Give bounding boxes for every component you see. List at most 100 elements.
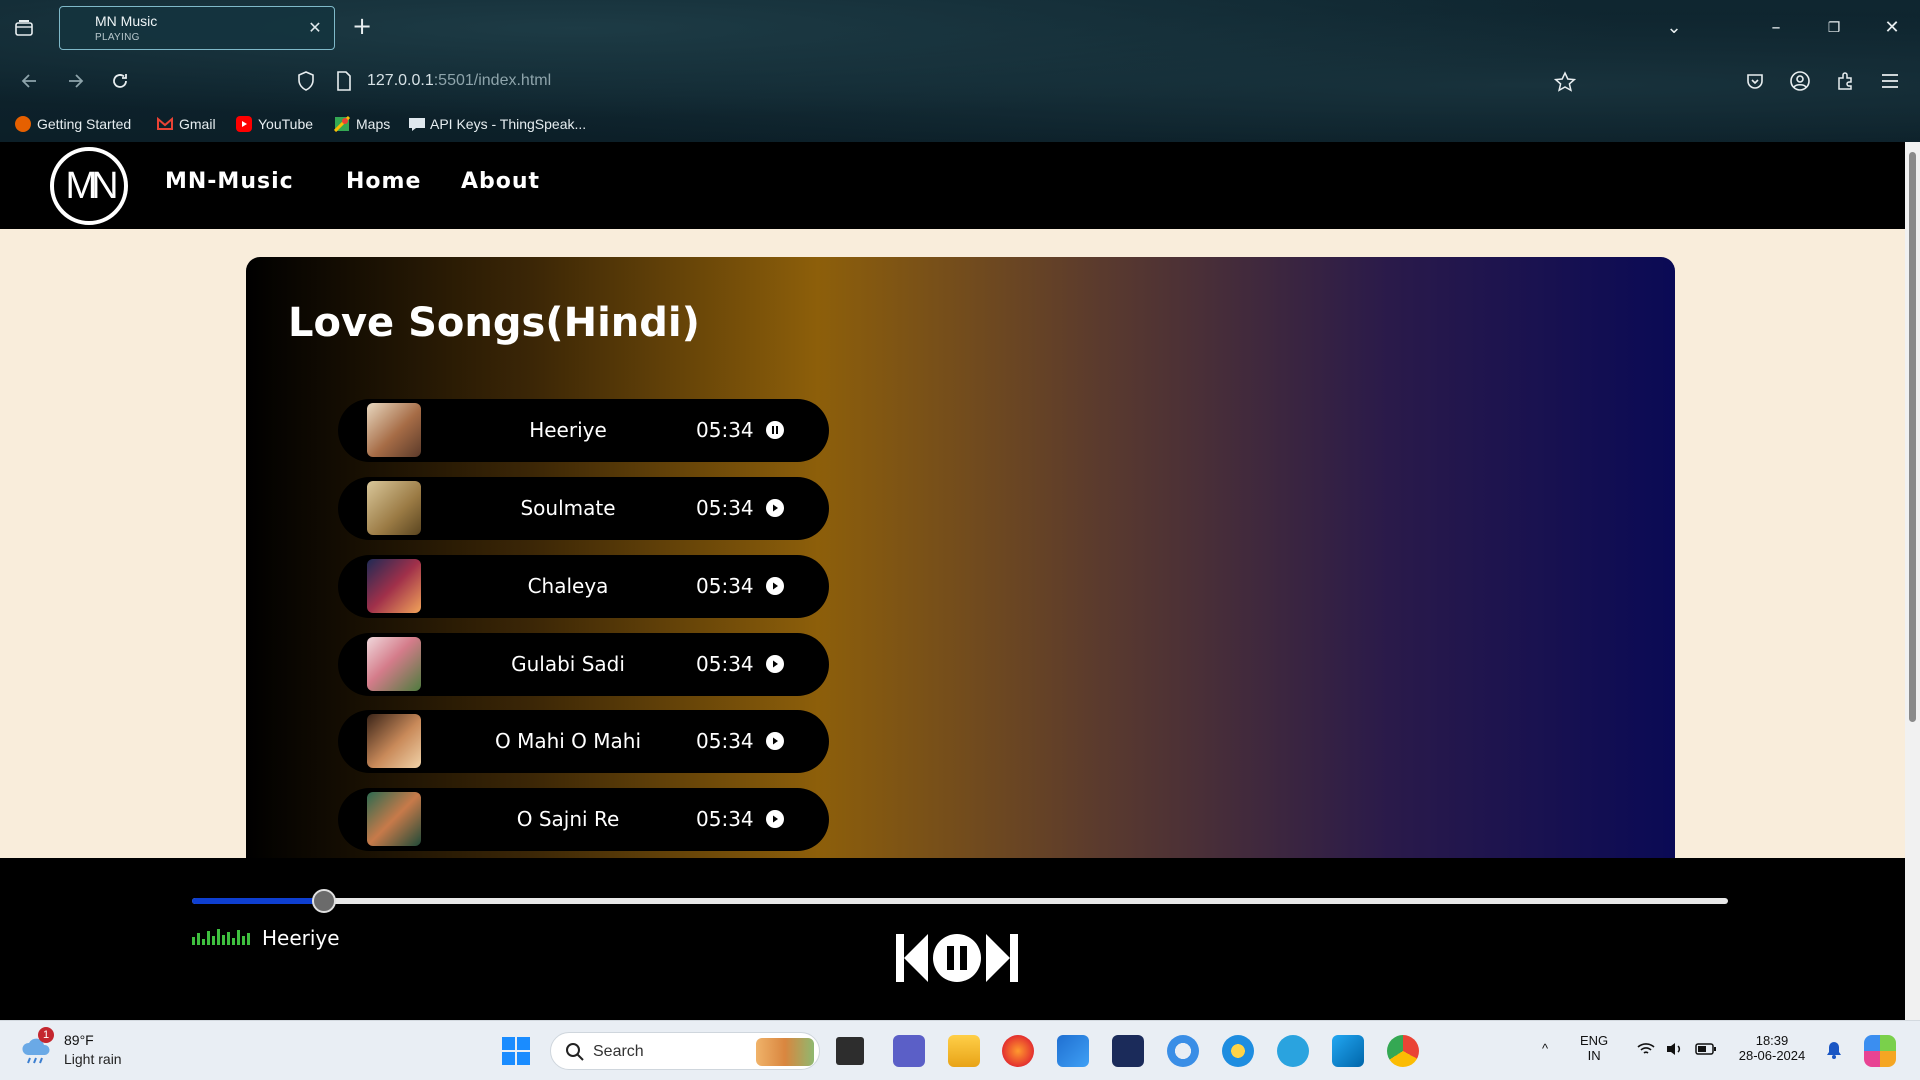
address-bar[interactable]: 127.0.0.1:5501/index.html bbox=[290, 62, 1590, 100]
tab-title: MN Music bbox=[95, 13, 158, 29]
page-scrollbar[interactable] bbox=[1905, 142, 1920, 1020]
youtube-icon bbox=[236, 116, 252, 132]
task-view-icon[interactable] bbox=[836, 1037, 864, 1065]
language-indicator[interactable]: ENG IN bbox=[1580, 1033, 1608, 1063]
pocket-icon[interactable] bbox=[1742, 68, 1768, 94]
play-icon[interactable] bbox=[766, 499, 784, 517]
maps-icon bbox=[333, 115, 351, 133]
microsoft-store-icon[interactable] bbox=[1057, 1035, 1089, 1067]
restore-icon[interactable]: ❐ bbox=[1820, 14, 1848, 42]
page-icon[interactable] bbox=[336, 71, 352, 95]
clock-date: 28-06-2024 bbox=[1738, 1048, 1806, 1063]
play-icon[interactable] bbox=[766, 655, 784, 673]
song-item[interactable]: O Mahi O Mahi 05:34 bbox=[338, 710, 829, 773]
song-duration: 05:34 bbox=[696, 574, 754, 598]
extensions-icon[interactable] bbox=[1832, 68, 1858, 94]
song-name: Soulmate bbox=[520, 496, 616, 520]
reload-icon[interactable] bbox=[107, 68, 133, 94]
album-art bbox=[367, 481, 421, 535]
song-name: O Mahi O Mahi bbox=[494, 729, 642, 753]
forward-icon[interactable] bbox=[62, 68, 88, 94]
song-duration: 05:34 bbox=[696, 496, 754, 520]
bookmark-api-keys-thingspeak[interactable]: API Keys - ThingSpeak... bbox=[408, 114, 586, 134]
account-icon[interactable] bbox=[1787, 68, 1813, 94]
next-track-icon[interactable] bbox=[984, 932, 1020, 988]
gmail-icon bbox=[157, 116, 173, 132]
song-item[interactable]: O Sajni Re 05:34 bbox=[338, 788, 829, 851]
progress-fill bbox=[192, 898, 325, 904]
bookmark-getting-started[interactable]: Getting Started bbox=[15, 114, 131, 134]
bookmark-gmail[interactable]: Gmail bbox=[157, 114, 216, 134]
tab-mn-music[interactable]: MN Music PLAYING ✕ bbox=[59, 6, 335, 50]
scrollbar-thumb[interactable] bbox=[1909, 152, 1916, 722]
pause-icon[interactable] bbox=[766, 421, 784, 439]
lang-line2: IN bbox=[1587, 1048, 1601, 1063]
weather-desc: Light rain bbox=[64, 1051, 122, 1067]
nav-home-link[interactable]: Home bbox=[346, 169, 421, 194]
song-duration: 05:34 bbox=[696, 418, 754, 442]
song-item[interactable]: Gulabi Sadi 05:34 bbox=[338, 633, 829, 696]
tab-playing-status: PLAYING bbox=[95, 32, 140, 43]
back-icon[interactable] bbox=[17, 68, 43, 94]
vscode-icon[interactable] bbox=[1332, 1035, 1364, 1067]
now-playing: Heeriye bbox=[192, 926, 340, 950]
play-icon[interactable] bbox=[766, 577, 784, 595]
site-logo[interactable]: MN bbox=[50, 147, 128, 225]
progress-thumb[interactable] bbox=[312, 889, 337, 913]
song-name: Gulabi Sadi bbox=[511, 652, 625, 676]
windows-taskbar: 1 89°F Light rain Search ^ ENG IN 18:39 … bbox=[0, 1020, 1920, 1080]
url-text[interactable]: 127.0.0.1:5501/index.html bbox=[367, 72, 551, 90]
play-icon[interactable] bbox=[766, 732, 784, 750]
volume-icon[interactable] bbox=[1665, 1041, 1685, 1062]
search-icon bbox=[565, 1042, 585, 1067]
firefox-icon bbox=[15, 116, 31, 132]
tab-list-icon[interactable] bbox=[12, 16, 36, 40]
close-tab-icon[interactable]: ✕ bbox=[306, 19, 324, 37]
song-item[interactable]: Chaleya 05:34 bbox=[338, 555, 829, 618]
menu-icon[interactable] bbox=[1877, 68, 1903, 94]
bookmark-star-icon[interactable] bbox=[1553, 71, 1577, 97]
copilot-ring-icon[interactable] bbox=[1167, 1035, 1199, 1067]
album-art bbox=[367, 792, 421, 846]
clock[interactable]: 18:39 28-06-2024 bbox=[1737, 1033, 1807, 1063]
chrome-icon[interactable] bbox=[1387, 1035, 1419, 1067]
dev-home-icon[interactable] bbox=[1112, 1035, 1144, 1067]
shield-icon[interactable] bbox=[297, 71, 315, 95]
notification-bell-icon[interactable] bbox=[1825, 1040, 1843, 1065]
bookmark-youtube[interactable]: YouTube bbox=[236, 114, 313, 134]
wifi-icon[interactable] bbox=[1636, 1041, 1656, 1062]
tab-bar: MN Music PLAYING ✕ + ⌄ – ❐ ✕ bbox=[0, 0, 1920, 56]
close-window-icon[interactable]: ✕ bbox=[1878, 14, 1906, 42]
teams-icon[interactable] bbox=[893, 1035, 925, 1067]
new-tab-icon[interactable]: + bbox=[350, 14, 374, 38]
battery-icon[interactable] bbox=[1695, 1042, 1717, 1061]
nav-brand-link[interactable]: MN-Music bbox=[165, 169, 294, 194]
nav-about-link[interactable]: About bbox=[461, 169, 540, 194]
web-page: MN MN-Music Home About Love Songs(Hindi)… bbox=[0, 142, 1905, 1020]
firefox-taskbar-icon[interactable] bbox=[1002, 1035, 1034, 1067]
previous-track-icon[interactable] bbox=[894, 932, 930, 988]
play-icon[interactable] bbox=[766, 810, 784, 828]
minimize-icon[interactable]: – bbox=[1762, 14, 1790, 42]
lang-line1: ENG bbox=[1580, 1033, 1609, 1048]
tab-overflow-chevron-icon[interactable]: ⌄ bbox=[1660, 14, 1688, 42]
get-help-icon[interactable] bbox=[1222, 1035, 1254, 1067]
show-hidden-icons-chevron-icon[interactable]: ^ bbox=[1542, 1041, 1548, 1056]
pause-icon[interactable] bbox=[932, 932, 982, 988]
song-item[interactable]: Heeriye 05:34 bbox=[338, 399, 829, 462]
song-item[interactable]: Soulmate 05:34 bbox=[338, 477, 829, 540]
file-explorer-icon[interactable] bbox=[948, 1035, 980, 1067]
bookmark-label: Getting Started bbox=[37, 116, 132, 132]
song-duration: 05:34 bbox=[696, 729, 754, 753]
song-name: Heeriye bbox=[529, 418, 607, 442]
song-duration: 05:34 bbox=[696, 652, 754, 676]
search-placeholder: Search bbox=[593, 1043, 644, 1060]
windows-start-icon[interactable] bbox=[500, 1035, 532, 1067]
taskbar-search[interactable]: Search bbox=[550, 1032, 820, 1070]
bookmark-maps[interactable]: Maps bbox=[333, 114, 391, 134]
song-name: Chaleya bbox=[527, 574, 609, 598]
bookmark-label: Maps bbox=[356, 116, 391, 132]
progress-bar[interactable] bbox=[192, 889, 1728, 913]
copilot-icon[interactable] bbox=[1864, 1035, 1896, 1067]
telegram-icon[interactable] bbox=[1277, 1035, 1309, 1067]
